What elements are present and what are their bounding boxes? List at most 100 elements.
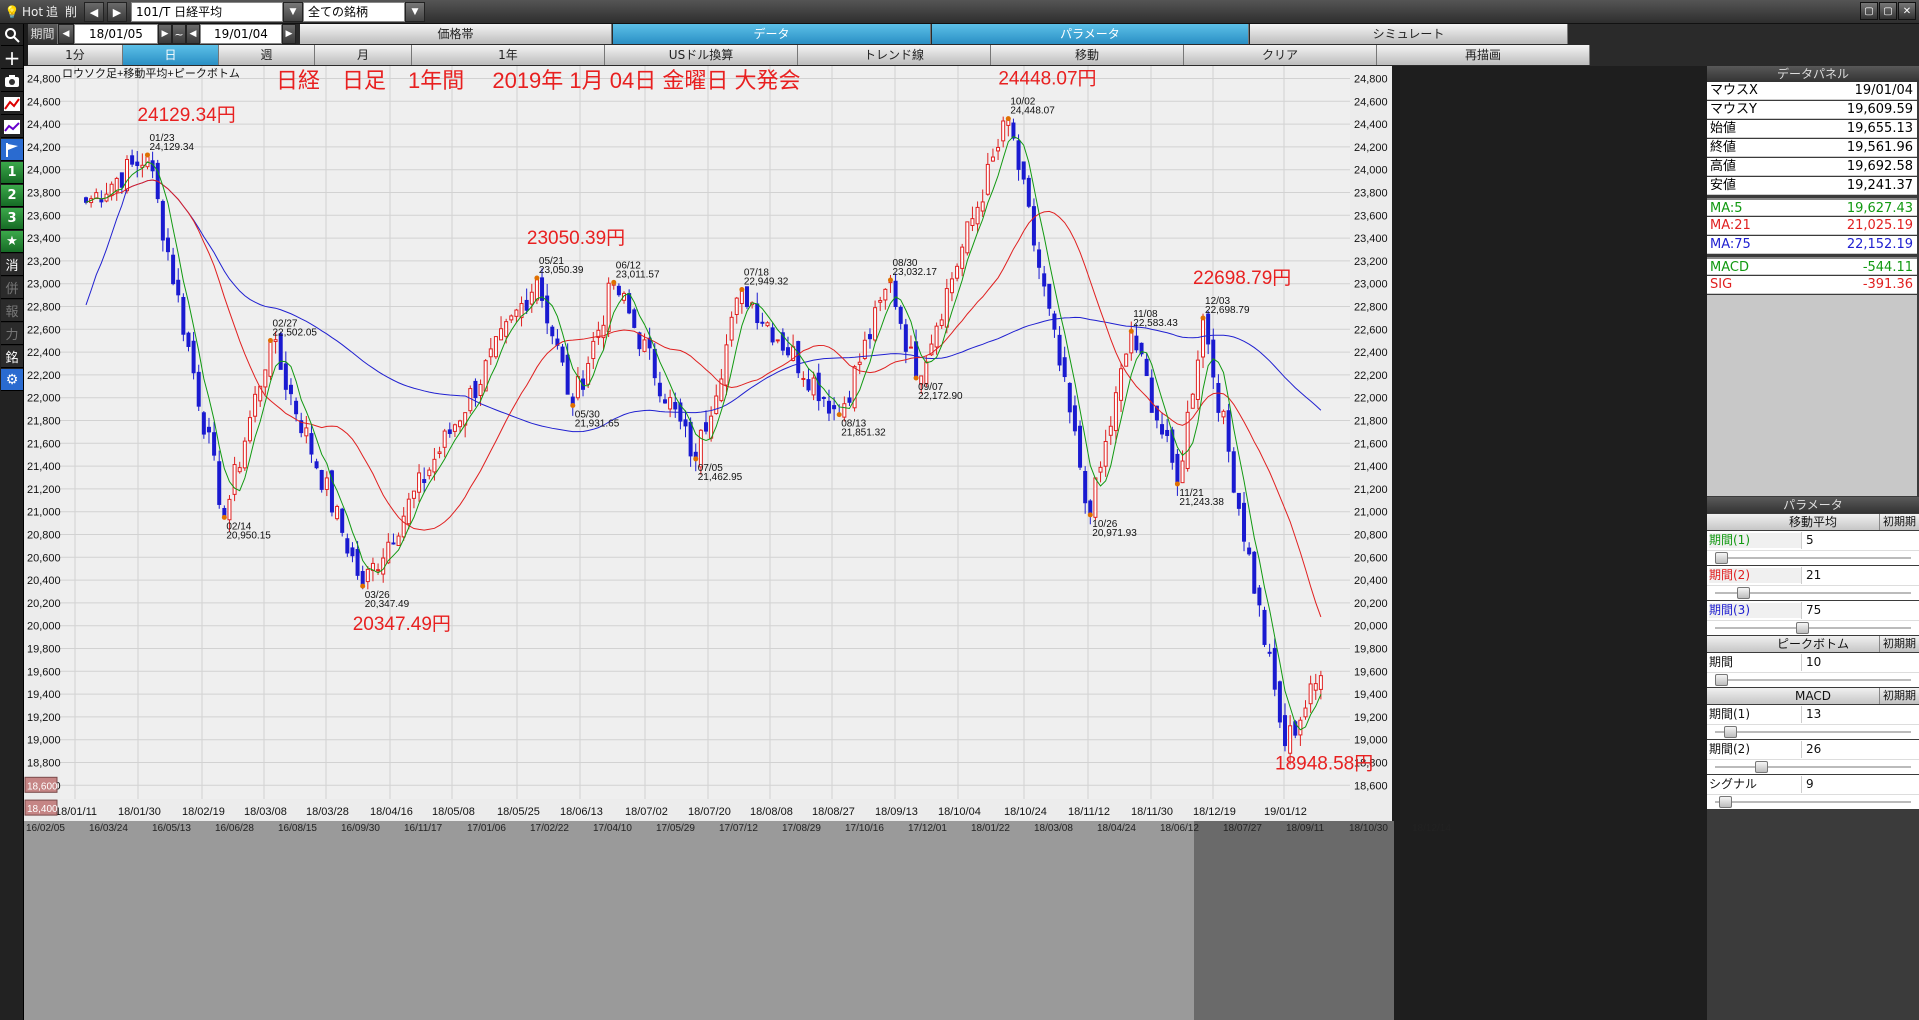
close-window-icon[interactable]: ✕ — [1898, 2, 1916, 20]
universe-select[interactable]: 全ての銘柄 — [303, 2, 405, 22]
param-slider[interactable] — [1707, 760, 1919, 774]
param-row: 期間(1) 5 — [1707, 531, 1919, 551]
candle-body — [1283, 715, 1288, 747]
timeframe-tab-2[interactable]: 週 — [219, 45, 315, 65]
prev-arrow-icon[interactable]: ◀ — [84, 2, 104, 22]
timeframe-tab-4[interactable]: 1年 — [412, 45, 605, 65]
timeframe-tab-6[interactable]: トレンド線 — [798, 45, 991, 65]
next-arrow-icon[interactable]: ▶ — [107, 2, 127, 22]
price-chart[interactable]: 24,800 24,800 24,600 24,600 24,400 24,400 24,2… — [24, 66, 1707, 1020]
sidebar-item-combine[interactable]: 併 — [1, 277, 23, 299]
code-input[interactable]: 101/T 日経平均 — [131, 2, 283, 22]
y-tick-right: 23,400 — [1354, 233, 1388, 245]
y-tick-left: 19,400 — [27, 689, 61, 701]
candle-body — [206, 426, 211, 433]
param-value-input[interactable]: 21 — [1801, 567, 1917, 584]
param-slider[interactable] — [1707, 621, 1919, 635]
peak-callout: 23050.39円 — [527, 228, 625, 249]
pb-reset-button[interactable]: 初期期 — [1879, 636, 1919, 652]
y-tick-left: 22,200 — [27, 370, 61, 382]
crosshair-icon[interactable]: + — [1, 46, 23, 70]
timeframe-tab-8[interactable]: クリア — [1184, 45, 1377, 65]
line-chart-icon[interactable] — [1, 116, 23, 138]
date-to-prev-icon[interactable]: ◀ — [186, 24, 200, 44]
search-icon[interactable] — [1, 24, 23, 46]
slider-thumb[interactable] — [1796, 622, 1809, 634]
param-value-input[interactable]: 26 — [1801, 741, 1917, 758]
candle-body — [1318, 675, 1323, 690]
slider-thumb[interactable] — [1736, 587, 1750, 599]
universe-dropdown-icon[interactable]: ▼ — [405, 2, 425, 22]
y-tick-left: 22,800 — [27, 302, 61, 314]
tab-parameter[interactable]: パラメータ — [932, 24, 1249, 44]
param-label: 期間(1) — [1709, 707, 1750, 721]
param-value-input[interactable]: 9 — [1801, 776, 1917, 793]
candle-chart-icon[interactable] — [1, 93, 23, 115]
timeframe-tab-0[interactable]: 1分 — [28, 45, 123, 65]
sidebar-item-power[interactable]: 力 — [1, 323, 23, 345]
macd-reset-button[interactable]: 初期期 — [1879, 688, 1919, 704]
code-dropdown-icon[interactable]: ▼ — [283, 2, 303, 22]
slider-thumb[interactable] — [1715, 674, 1728, 686]
y-tick-right: 19,800 — [1354, 644, 1388, 656]
timeframe-tab-7[interactable]: 移動 — [991, 45, 1184, 65]
param-slider[interactable] — [1707, 551, 1919, 565]
timeframe-tab-9[interactable]: 再描画 — [1377, 45, 1590, 65]
slider-thumb[interactable] — [1715, 552, 1728, 564]
star-icon[interactable]: ★ — [1, 231, 23, 253]
flag-icon[interactable] — [1, 139, 23, 161]
candle-body — [1119, 368, 1124, 401]
y-tick-right: 21,000 — [1354, 507, 1388, 519]
candle-body — [1072, 405, 1077, 432]
date-from-next-icon[interactable]: ▶ — [158, 24, 172, 44]
param-slider[interactable] — [1707, 673, 1919, 687]
sidebar-item-stock[interactable]: 銘 — [1, 346, 23, 368]
timeframe-tab-3[interactable]: 月 — [315, 45, 412, 65]
sidebar-item-report[interactable]: 報 — [1, 300, 23, 322]
restore-window-icon[interactable]: ▢ — [1860, 2, 1878, 20]
range-strip-selection[interactable] — [1194, 821, 1394, 1020]
y-tick-left: 20,400 — [27, 575, 61, 587]
param-slider[interactable] — [1707, 795, 1919, 809]
param-value-input[interactable]: 13 — [1801, 706, 1917, 723]
param-value-input[interactable]: 5 — [1801, 532, 1917, 549]
param-slider[interactable] — [1707, 586, 1919, 600]
preset-3-button[interactable]: 3 — [1, 208, 23, 230]
timeframe-tab-5[interactable]: USドル換算 — [605, 45, 798, 65]
range-strip[interactable] — [24, 821, 1392, 1020]
candle-body — [652, 348, 657, 379]
peak-value: 23,050.39 — [539, 265, 584, 276]
preset-2-button[interactable]: 2 — [1, 185, 23, 207]
date-to-input[interactable]: 19/01/04 — [200, 24, 282, 44]
param-row: 期間(2) 21 — [1707, 566, 1919, 586]
tab-price-band[interactable]: 価格帯 — [300, 24, 612, 44]
preset-1-button[interactable]: 1 — [1, 162, 23, 184]
add-button[interactable]: 追 — [42, 2, 62, 22]
candle-body — [473, 380, 478, 399]
sidebar-item-erase[interactable]: 消 — [1, 254, 23, 276]
maximize-window-icon[interactable]: ▢ — [1879, 2, 1897, 20]
peak-callout: 20347.49円 — [353, 614, 451, 635]
date-from-input[interactable]: 18/01/05 — [74, 24, 158, 44]
delete-button[interactable]: 削 — [61, 2, 81, 22]
candle-body — [734, 297, 739, 316]
timeframe-tab-1[interactable]: 日 — [123, 45, 219, 65]
camera-icon[interactable] — [1, 70, 23, 92]
slider-thumb[interactable] — [1718, 796, 1732, 808]
candle-body — [268, 339, 273, 377]
date-from-prev-icon[interactable]: ◀ — [58, 24, 74, 44]
param-slider[interactable] — [1707, 725, 1919, 739]
param-value-input[interactable]: 10 — [1801, 654, 1917, 671]
range-strip-label: 17/07/12 — [719, 823, 758, 834]
tab-data[interactable]: データ — [613, 24, 931, 44]
tab-simulate[interactable]: シミュレート — [1250, 24, 1568, 44]
x-tick-label: 18/01/11 — [55, 806, 97, 818]
slider-thumb[interactable] — [1724, 726, 1737, 738]
candle-body — [1262, 609, 1267, 645]
param-value-input[interactable]: 75 — [1801, 602, 1917, 619]
candle-body — [1144, 358, 1149, 377]
date-to-next-icon[interactable]: ▶ — [282, 24, 296, 44]
slider-thumb[interactable] — [1754, 761, 1768, 773]
ma-reset-button[interactable]: 初期期 — [1879, 514, 1919, 530]
gear-icon[interactable]: ⚙ — [1, 369, 23, 391]
